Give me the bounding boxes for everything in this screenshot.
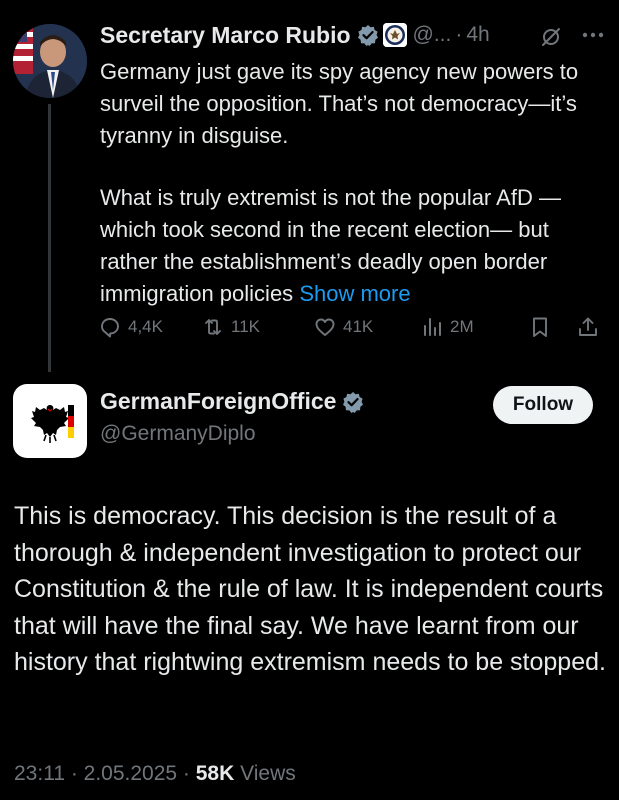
avatar-german-foreign-office[interactable] xyxy=(13,384,87,458)
like-count: 41K xyxy=(343,317,374,336)
tweet-time[interactable]: 4h xyxy=(466,23,489,47)
bookmark-icon xyxy=(533,317,547,337)
tweet-timestamp[interactable]: 23:11 · 2.05.2025 · xyxy=(14,762,196,785)
author-name[interactable]: Secretary Marco Rubio xyxy=(100,22,351,49)
views-count: 2M xyxy=(450,317,474,336)
repost-button[interactable]: 11K xyxy=(201,315,260,339)
state-department-seal-icon xyxy=(382,23,407,47)
views-button[interactable]: 2M xyxy=(420,315,474,339)
avatar-rubio[interactable] xyxy=(13,24,87,98)
tweet-actions: 4,4K 11K 41K 2M xyxy=(98,315,610,345)
author-row: GermanForeignOffice xyxy=(100,388,364,415)
federal-eagle-logo xyxy=(31,405,74,443)
verified-badge-icon xyxy=(343,391,364,413)
views-label: Views xyxy=(234,762,296,785)
like-icon xyxy=(315,318,335,336)
author-handle[interactable]: @GermanyDiplo xyxy=(100,422,256,446)
separator-dot: · xyxy=(455,23,463,46)
views-count: 58K xyxy=(195,762,235,785)
tweet-paragraph-1: Germany just gave its spy agency new pow… xyxy=(100,59,579,148)
show-more-link[interactable]: Show more xyxy=(299,281,410,306)
tweet-meta: 23:11 · 2.05.2025 · 58K Views xyxy=(14,762,296,786)
share-icon xyxy=(579,317,597,336)
follow-button[interactable]: Follow xyxy=(493,386,593,424)
author-name[interactable]: GermanForeignOffice xyxy=(100,388,336,415)
reply-count: 4,4K xyxy=(128,317,163,336)
main-tweet-text: This is democracy. This decision is the … xyxy=(14,502,606,676)
like-button[interactable]: 41K xyxy=(313,315,373,339)
bookmark-button[interactable] xyxy=(528,315,558,339)
verified-badge-icon xyxy=(357,25,378,46)
grok-icon[interactable] xyxy=(540,26,562,48)
repost-icon xyxy=(205,319,221,335)
author-handle[interactable]: @... xyxy=(413,23,452,47)
repost-count: 11K xyxy=(231,317,260,336)
more-icon[interactable] xyxy=(580,24,606,46)
quoted-tweet-text[interactable]: Germany just gave its spy agency new pow… xyxy=(100,56,610,310)
tweet-header: Secretary Marco Rubio @... · 4h xyxy=(100,18,610,52)
share-button[interactable] xyxy=(576,315,606,339)
rubio-portrait xyxy=(13,24,87,98)
reply-icon xyxy=(101,318,119,338)
thread-line xyxy=(48,104,51,372)
tweet-paragraph-2: What is truly extremist is not the popul… xyxy=(100,182,610,310)
reply-button[interactable]: 4,4K xyxy=(98,315,163,339)
views-icon xyxy=(424,318,441,336)
